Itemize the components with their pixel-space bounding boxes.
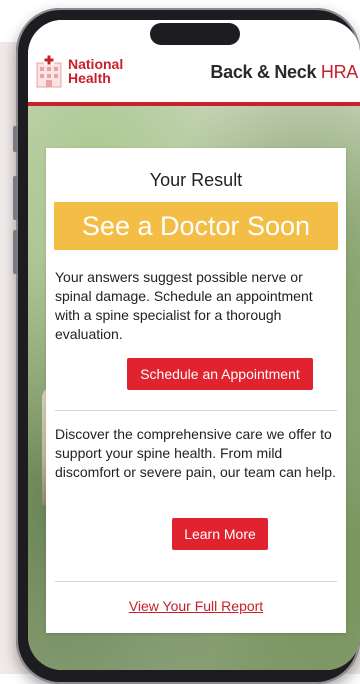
result-card: Your Result See a Doctor Soon Your answe… <box>46 148 346 633</box>
divider <box>55 410 337 411</box>
care-message: Discover the comprehensive care we offer… <box>55 426 336 480</box>
app-title-hra: HRA <box>320 62 358 82</box>
app-header: National Health Back & Neck HRA <box>28 20 360 106</box>
phone-volume-up-button <box>13 176 18 220</box>
logo-line-health: Health <box>68 70 111 86</box>
canvas: National Health Back & Neck HRA Your Res… <box>0 0 360 684</box>
phone-volume-down-button <box>13 230 18 274</box>
result-heading: Your Result <box>149 170 243 190</box>
learn-more-button[interactable]: Learn More <box>172 518 268 550</box>
result-banner: See a Doctor Soon <box>54 202 338 250</box>
view-full-report-link[interactable]: View Your Full Report <box>46 598 346 614</box>
app-title-main: Back & Neck <box>210 62 321 82</box>
national-health-logo[interactable]: National Health <box>34 54 123 88</box>
divider <box>55 581 337 582</box>
schedule-appointment-button[interactable]: Schedule an Appointment <box>127 358 313 390</box>
phone-screen: National Health Back & Neck HRA Your Res… <box>28 20 360 670</box>
logo-line-national: National <box>68 56 124 72</box>
medical-cross-building-icon <box>34 54 64 88</box>
phone-side-button <box>13 126 18 152</box>
result-message: Your answers suggest possible nerve or s… <box>55 269 313 342</box>
app-title: Back & Neck HRA <box>210 62 358 83</box>
logo-text: National Health <box>68 57 123 85</box>
phone-notch <box>150 23 240 45</box>
